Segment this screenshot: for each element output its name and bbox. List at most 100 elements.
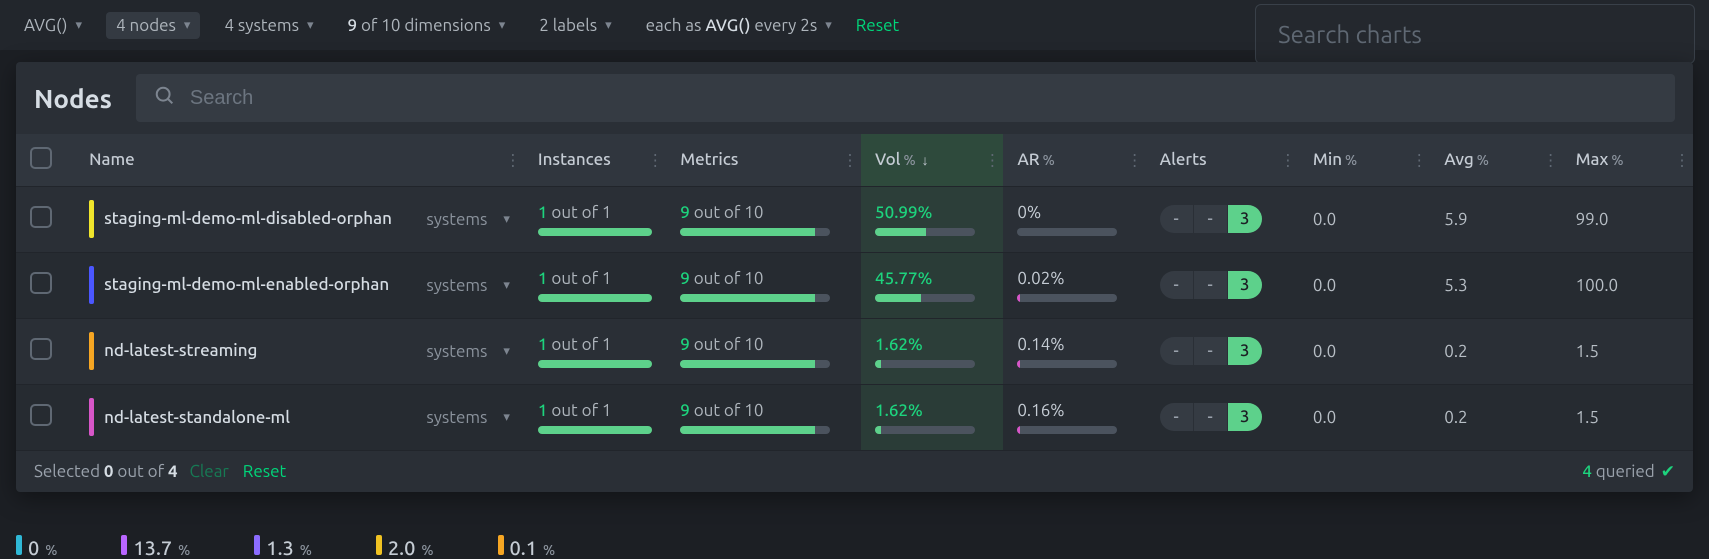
chevron-down-icon: ▾ [307, 18, 314, 33]
column-menu-icon[interactable]: ⋮ [1674, 150, 1687, 169]
alerts-pill[interactable]: --3 [1160, 403, 1262, 431]
nodes-table: Name⋮ Instances⋮ Metrics⋮ Vol%↓⋮ AR%⋮ Al… [16, 134, 1693, 450]
chevron-down-icon: ▾ [825, 18, 832, 33]
chevron-down-icon[interactable]: ▾ [503, 212, 510, 227]
node-name: nd-latest-streaming [104, 340, 416, 361]
chevron-down-icon: ▾ [605, 18, 612, 33]
column-menu-icon[interactable]: ⋮ [1127, 150, 1140, 169]
vol-metric: 45.77% [875, 269, 989, 302]
row-checkbox[interactable] [30, 404, 52, 426]
table-row[interactable]: nd-latest-standalone-ml systems ▾ 1 out … [16, 384, 1693, 450]
strip-tick [254, 535, 260, 555]
instances-metric: 1 out of 1 [538, 269, 652, 302]
avg-value: 5.9 [1430, 186, 1561, 252]
systems-tag[interactable]: systems [426, 342, 487, 361]
labels-dropdown[interactable]: 2 labels▾ [529, 12, 621, 39]
alerts-pill[interactable]: --3 [1160, 337, 1262, 365]
strip-tick [498, 535, 504, 555]
systems-tag[interactable]: systems [426, 210, 487, 229]
selected-count: 0 [104, 462, 114, 481]
nodes-search-input[interactable] [190, 87, 1657, 110]
ar-metric: 0.02% [1017, 269, 1131, 302]
table-row[interactable]: staging-ml-demo-ml-disabled-orphan syste… [16, 186, 1693, 252]
instances-metric: 1 out of 1 [538, 335, 652, 368]
search-charts-placeholder: Search charts [1278, 21, 1422, 48]
instances-metric: 1 out of 1 [538, 203, 652, 236]
chevron-down-icon: ▾ [499, 18, 506, 33]
col-vol[interactable]: Vol%↓⋮ [861, 134, 1003, 186]
col-avg[interactable]: Avg%⋮ [1430, 134, 1561, 186]
clear-selection-link[interactable]: Clear [189, 462, 228, 481]
avg-value: 0.2 [1430, 384, 1561, 450]
table-row[interactable]: nd-latest-streaming systems ▾ 1 out of 1… [16, 318, 1693, 384]
chevron-down-icon[interactable]: ▾ [503, 278, 510, 293]
col-ar[interactable]: AR%⋮ [1003, 134, 1145, 186]
chevron-down-icon: ▾ [184, 18, 191, 33]
panel-title: Nodes [34, 84, 112, 113]
min-value: 0.0 [1299, 252, 1430, 318]
chevron-down-icon[interactable]: ▾ [503, 344, 510, 359]
nodes-search-box[interactable] [136, 74, 1675, 122]
min-value: 0.0 [1299, 186, 1430, 252]
aggregation-dropdown[interactable]: AVG()▾ [14, 12, 92, 39]
alerts-pill[interactable]: --3 [1160, 205, 1262, 233]
col-alerts[interactable]: Alerts⋮ [1146, 134, 1299, 186]
column-menu-icon[interactable]: ⋮ [842, 150, 855, 169]
strip-tick [121, 535, 127, 555]
max-value: 99.0 [1562, 186, 1693, 252]
col-min[interactable]: Min%⋮ [1299, 134, 1430, 186]
column-menu-icon[interactable]: ⋮ [505, 150, 518, 169]
node-name: staging-ml-demo-ml-disabled-orphan [104, 208, 416, 229]
node-color-bar [89, 398, 94, 436]
row-checkbox[interactable] [30, 272, 52, 294]
ar-metric: 0.14% [1017, 335, 1131, 368]
col-instances[interactable]: Instances⋮ [524, 134, 666, 186]
ar-metric: 0.16% [1017, 401, 1131, 434]
chevron-down-icon[interactable]: ▾ [503, 410, 510, 425]
max-value: 100.0 [1562, 252, 1693, 318]
panel-footer: Selected 0 out of 4 Clear Reset 4 querie… [16, 450, 1693, 492]
table-row[interactable]: staging-ml-demo-ml-enabled-orphan system… [16, 252, 1693, 318]
strip-tick [376, 535, 382, 555]
col-max[interactable]: Max%⋮ [1562, 134, 1693, 186]
column-menu-icon[interactable]: ⋮ [1411, 150, 1424, 169]
ar-metric: 0% [1017, 203, 1131, 236]
reset-selection-link[interactable]: Reset [243, 462, 286, 481]
column-menu-icon[interactable]: ⋮ [984, 150, 997, 169]
node-color-bar [89, 332, 94, 370]
col-name[interactable]: Name⋮ [75, 134, 524, 186]
search-charts-input[interactable]: Search charts [1255, 4, 1695, 64]
systems-tag[interactable]: systems [426, 276, 487, 295]
systems-dropdown[interactable]: 4 systems▾ [214, 12, 323, 39]
check-icon: ✔ [1661, 462, 1675, 481]
reset-filters-link[interactable]: Reset [856, 16, 899, 35]
avg-value: 0.2 [1430, 318, 1561, 384]
column-menu-icon[interactable]: ⋮ [647, 150, 660, 169]
node-color-bar [89, 266, 94, 304]
row-checkbox[interactable] [30, 338, 52, 360]
vol-metric: 50.99% [875, 203, 989, 236]
search-icon [154, 85, 176, 111]
metrics-metric: 9 out of 10 [680, 203, 847, 236]
background-metric-strip: 0% 13.7% 1.3% 2.0% 0.1% [0, 535, 571, 559]
min-value: 0.0 [1299, 384, 1430, 450]
col-metrics[interactable]: Metrics⋮ [666, 134, 861, 186]
alerts-pill[interactable]: --3 [1160, 271, 1262, 299]
select-all-checkbox[interactable] [30, 147, 52, 169]
node-name: nd-latest-standalone-ml [104, 407, 416, 428]
systems-tag[interactable]: systems [426, 408, 487, 427]
queried-status: 4 queried✔ [1582, 462, 1675, 482]
chevron-down-icon: ▾ [76, 18, 83, 33]
max-value: 1.5 [1562, 318, 1693, 384]
each-as-dropdown[interactable]: each as AVG() every 2s▾ [636, 12, 842, 39]
column-menu-icon[interactable]: ⋮ [1543, 150, 1556, 169]
nodes-dropdown[interactable]: 4 nodes▾ [106, 12, 200, 39]
instances-metric: 1 out of 1 [538, 401, 652, 434]
row-checkbox[interactable] [30, 206, 52, 228]
dimensions-dropdown[interactable]: 9 of 10 dimensions▾ [337, 12, 515, 39]
column-menu-icon[interactable]: ⋮ [1280, 150, 1293, 169]
min-value: 0.0 [1299, 318, 1430, 384]
vol-metric: 1.62% [875, 401, 989, 434]
selected-total: 4 [168, 462, 178, 481]
metrics-metric: 9 out of 10 [680, 401, 847, 434]
